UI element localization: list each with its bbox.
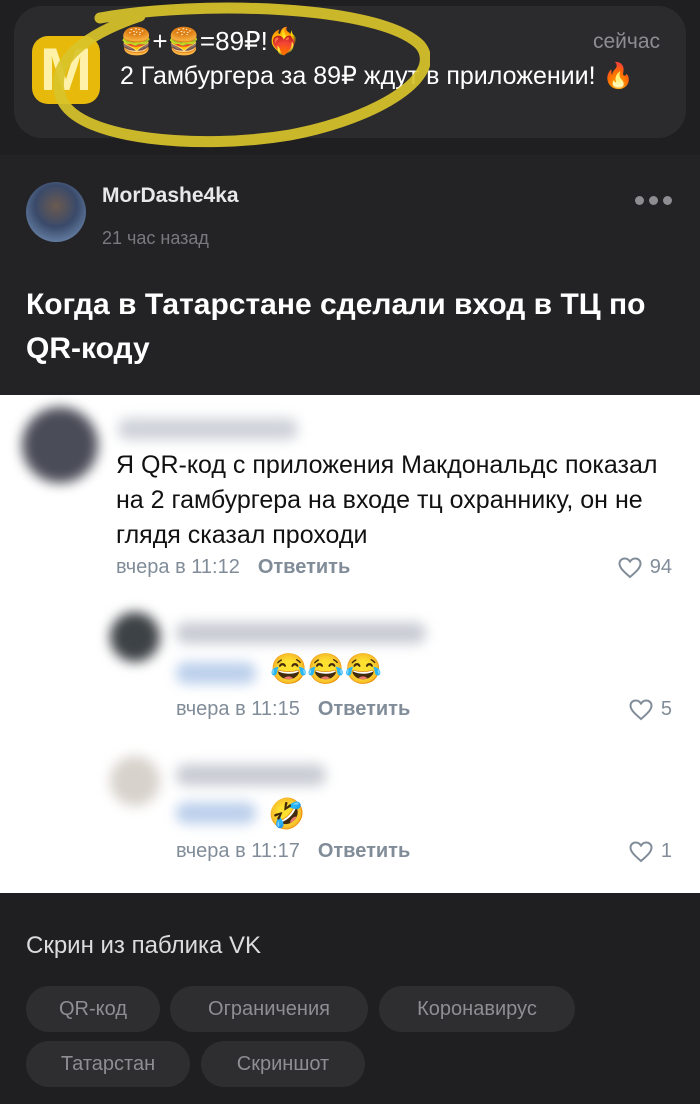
post-caption: Скрин из паблика VK xyxy=(26,932,262,959)
reply-mention-blurred xyxy=(176,662,256,684)
reply-likes[interactable]: 5 xyxy=(629,698,672,721)
reply-avatar xyxy=(110,756,160,806)
comment-likes[interactable]: 94 xyxy=(618,556,672,579)
reply-time: вчера в 11:15 xyxy=(176,698,300,720)
heart-icon xyxy=(629,840,653,862)
avatar[interactable] xyxy=(26,182,86,242)
reply-meta: вчера в 11:15 Ответить xyxy=(176,698,410,721)
comment-meta: вчера в 11:12 Ответить xyxy=(116,556,350,579)
post-title: Когда в Татарстане сделали вход в ТЦ по … xyxy=(26,288,646,365)
reply-emoji: 😂😂😂 xyxy=(270,653,383,686)
comment-author-blurred xyxy=(118,418,298,440)
comment-text: Я QR-код с приложения Макдональдс показа… xyxy=(116,451,658,549)
tag-tatarstan[interactable]: Татарстан xyxy=(26,1041,190,1087)
post-time: 21 час назад xyxy=(102,228,209,248)
reply-button[interactable]: Ответить xyxy=(258,556,350,578)
reply-author-blurred xyxy=(176,764,326,786)
more-options-icon[interactable] xyxy=(635,196,672,205)
heart-icon xyxy=(618,556,642,578)
likes-count: 1 xyxy=(660,840,672,862)
tag-qr-code[interactable]: QR-код xyxy=(26,986,160,1032)
tag-screenshot[interactable]: Скриншот xyxy=(201,1041,365,1087)
reply-meta: вчера в 11:17 Ответить xyxy=(176,840,410,863)
reply-author-blurred xyxy=(176,622,426,644)
likes-count: 94 xyxy=(649,556,672,578)
reply-likes[interactable]: 1 xyxy=(629,840,672,863)
author-name[interactable]: MorDashe4ka xyxy=(102,184,239,208)
likes-count: 5 xyxy=(660,698,672,720)
heart-icon xyxy=(629,698,653,720)
reply-time: вчера в 11:17 xyxy=(176,840,300,862)
reply-button[interactable]: Ответить xyxy=(318,698,410,720)
reply-emoji: 🤣 xyxy=(268,798,306,831)
tag-restrictions[interactable]: Ограничения xyxy=(170,986,368,1032)
comment-avatar xyxy=(22,407,98,483)
tag-coronavirus[interactable]: Коронавирус xyxy=(379,986,575,1032)
notification-time: сейчас xyxy=(592,30,660,53)
reply-button[interactable]: Ответить xyxy=(318,840,410,862)
reply-avatar xyxy=(110,612,160,662)
reply-mention-blurred xyxy=(176,802,256,824)
highlight-circle xyxy=(52,2,430,148)
comment-time: вчера в 11:12 xyxy=(116,556,240,578)
